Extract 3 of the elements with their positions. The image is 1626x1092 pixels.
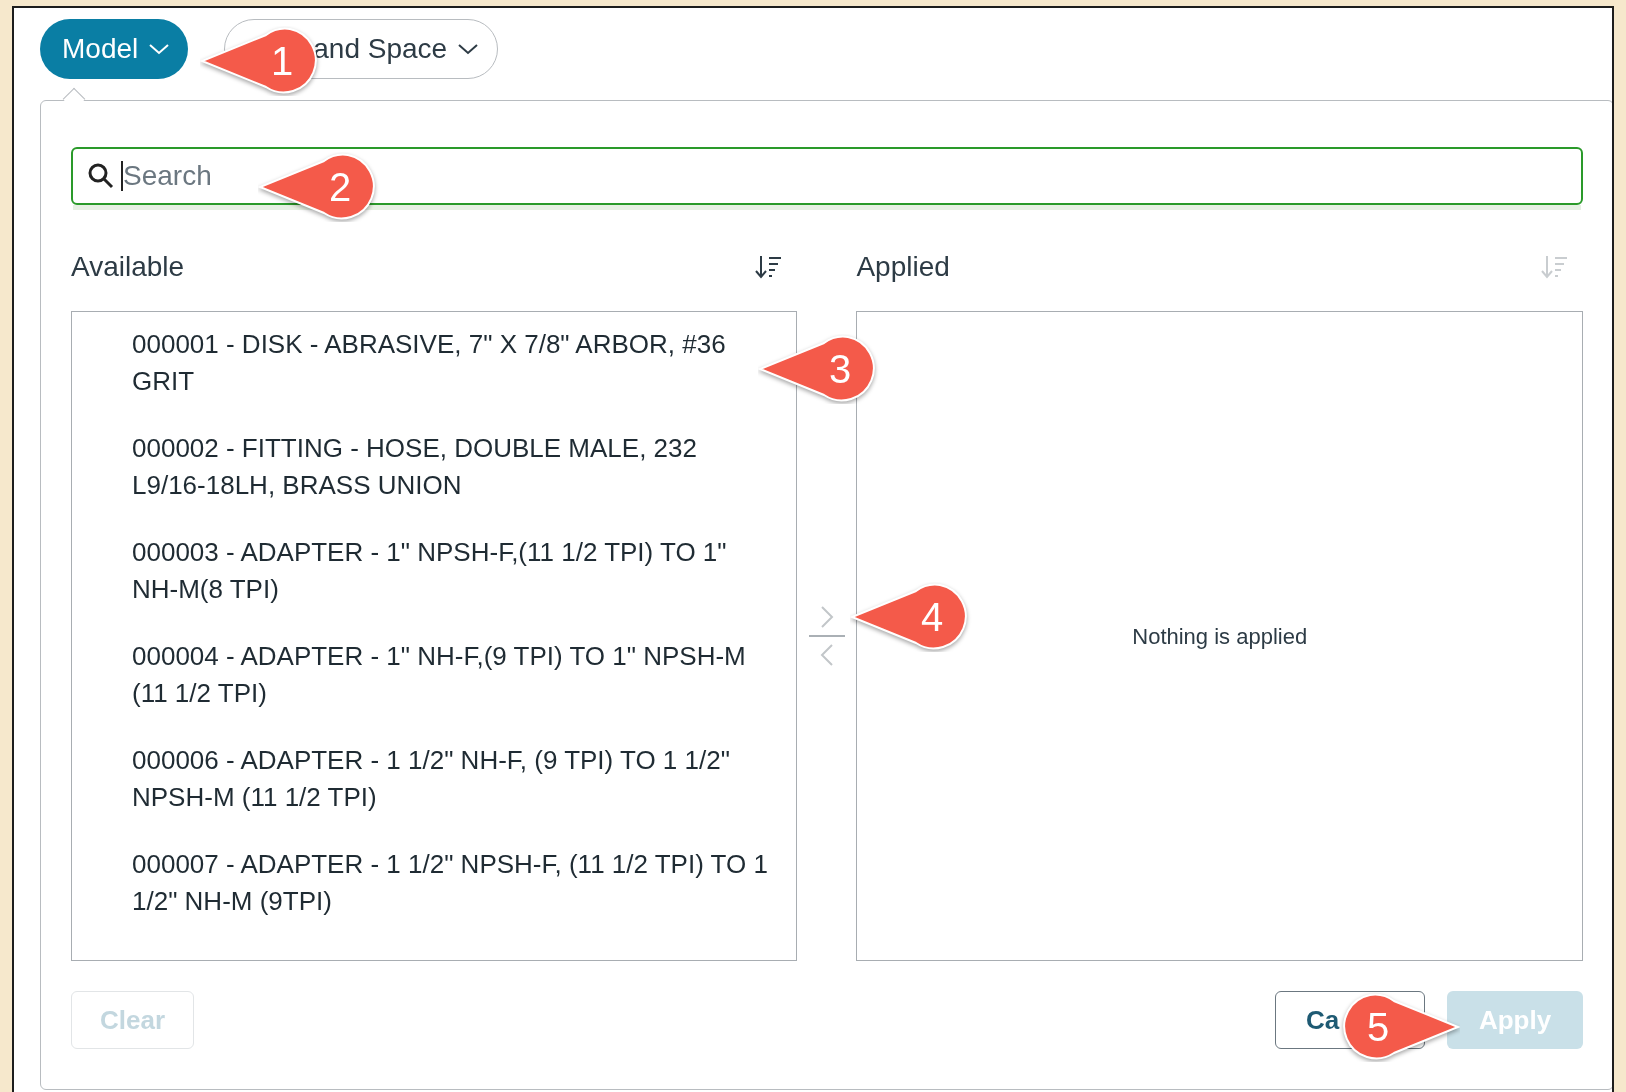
- column-title: Available: [71, 250, 185, 284]
- column-title: Applied: [856, 250, 950, 284]
- empty-message: Nothing is applied: [1132, 622, 1308, 651]
